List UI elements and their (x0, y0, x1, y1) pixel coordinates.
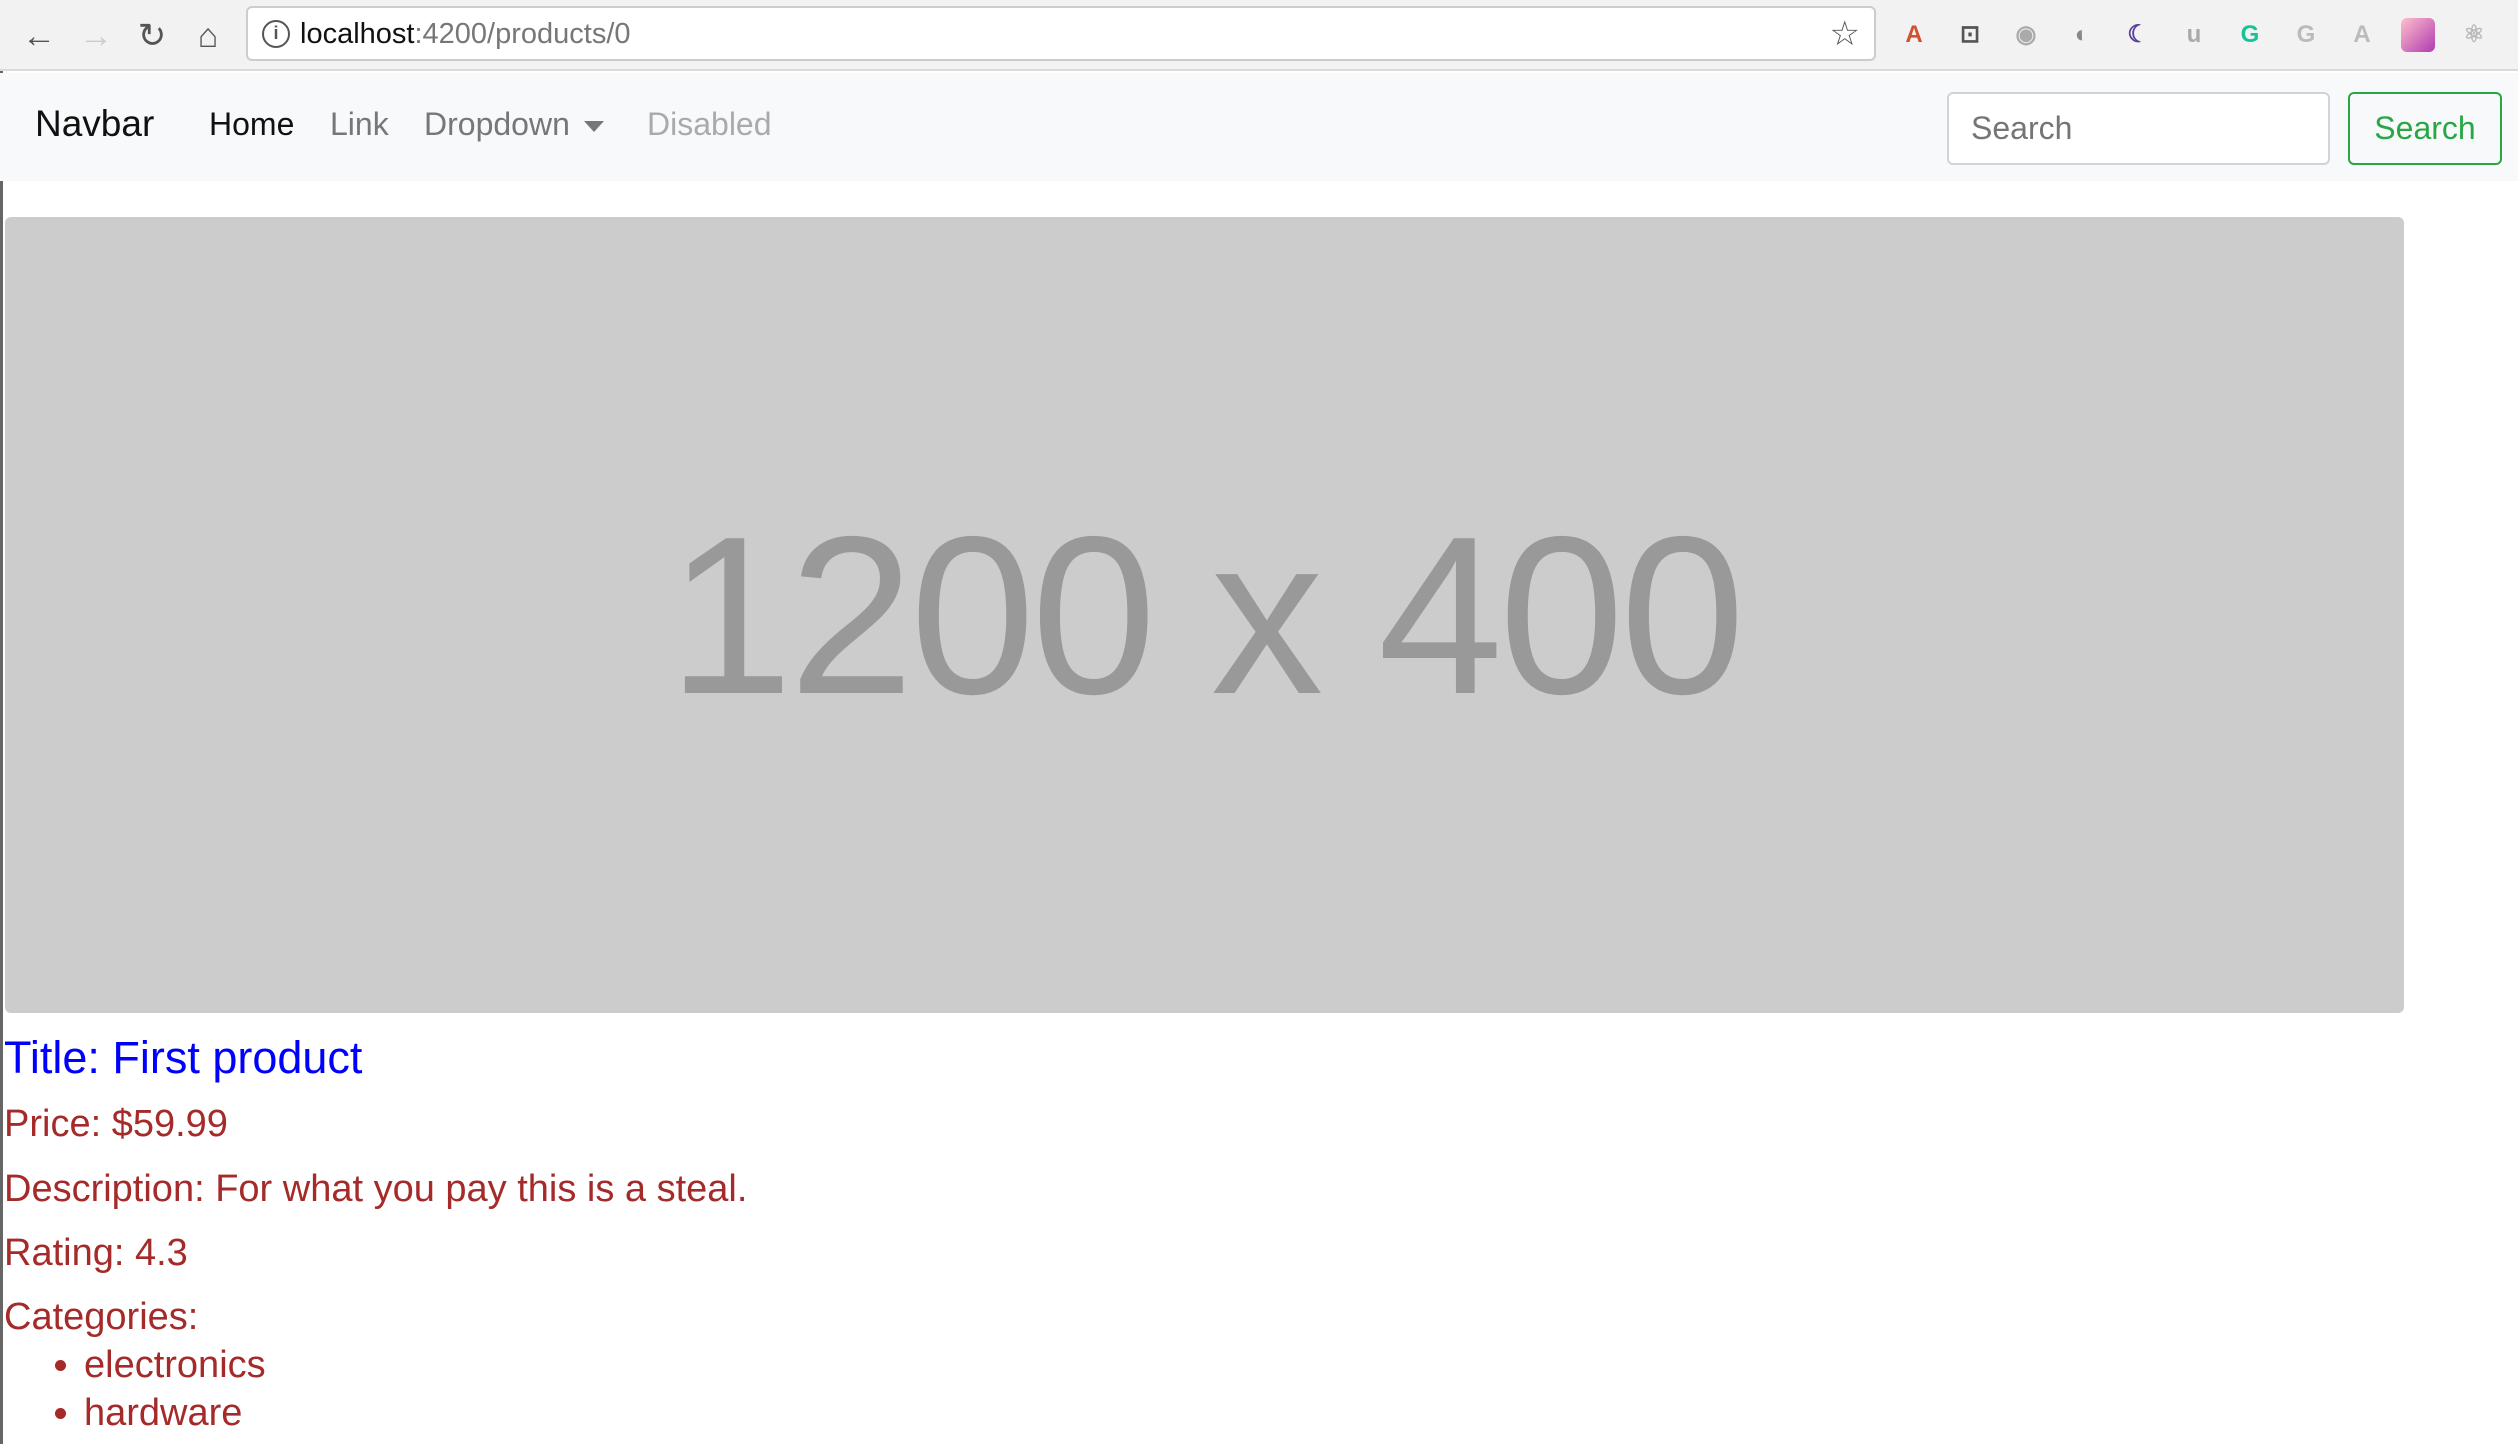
search-input[interactable] (1947, 92, 2330, 165)
palette-icon[interactable] (2401, 18, 2435, 52)
forward-icon[interactable]: → (74, 14, 118, 58)
categories-list: electronics hardware (84, 1344, 266, 1440)
font-a-icon[interactable]: A (1897, 18, 1931, 52)
url-path: :4200/products/0 (414, 18, 631, 50)
shield-icon[interactable]: ◐ (2065, 18, 2099, 52)
u-icon[interactable]: u (2177, 18, 2211, 52)
categories-label: Categories: (4, 1296, 199, 1338)
placeholder-label: 1200 x 400 (667, 488, 1745, 741)
browser-toolbar: ← → ↻ ⌂ i localhost:4200/products/0 ☆ A ⊡… (0, 0, 2518, 71)
angular-icon[interactable]: A (2345, 18, 2379, 52)
grammarly-icon[interactable]: G (2233, 18, 2267, 52)
bookmark-star-icon[interactable]: ☆ (1830, 14, 1860, 54)
url-text: localhost:4200/products/0 (300, 18, 631, 51)
back-icon[interactable]: ← (17, 14, 61, 58)
product-title: Title: First product (4, 1032, 363, 1083)
react-icon[interactable]: ⚛ (2457, 18, 2491, 52)
product-rating: Rating: 4.3 (4, 1232, 188, 1274)
category-item: electronics (84, 1344, 266, 1392)
caret-down-icon (583, 121, 604, 133)
nav-dropdown[interactable]: Dropdown (424, 106, 604, 143)
address-bar[interactable]: i localhost:4200/products/0 ☆ (246, 6, 1876, 61)
category-item: hardware (84, 1392, 266, 1440)
nav-link[interactable]: Link (330, 106, 389, 143)
nav-disabled: Disabled (647, 106, 772, 142)
product-image-placeholder: 1200 x 400 (5, 217, 2404, 1013)
search-button[interactable]: Search (2348, 92, 2502, 165)
url-host: localhost (300, 18, 415, 50)
navbar: Navbar Home Link Dropdown Disabled Searc… (0, 73, 2518, 181)
navbar-brand[interactable]: Navbar (35, 103, 154, 145)
g-icon[interactable]: G (2289, 18, 2323, 52)
moon-icon[interactable]: ☾ (2121, 18, 2155, 52)
product-description: Description: For what you pay this is a … (4, 1168, 748, 1210)
home-icon[interactable]: ⌂ (186, 14, 230, 58)
product-price: Price: $59.99 (4, 1103, 228, 1145)
reload-icon[interactable]: ↻ (130, 14, 174, 58)
nav-dropdown-label: Dropdown (424, 106, 570, 142)
info-icon[interactable]: i (262, 20, 290, 48)
window-edge (0, 71, 3, 1444)
nav-home[interactable]: Home (209, 106, 294, 143)
eye-icon[interactable]: ◉ (2009, 18, 2043, 52)
outlet-icon[interactable]: ⊡ (1953, 18, 1987, 52)
